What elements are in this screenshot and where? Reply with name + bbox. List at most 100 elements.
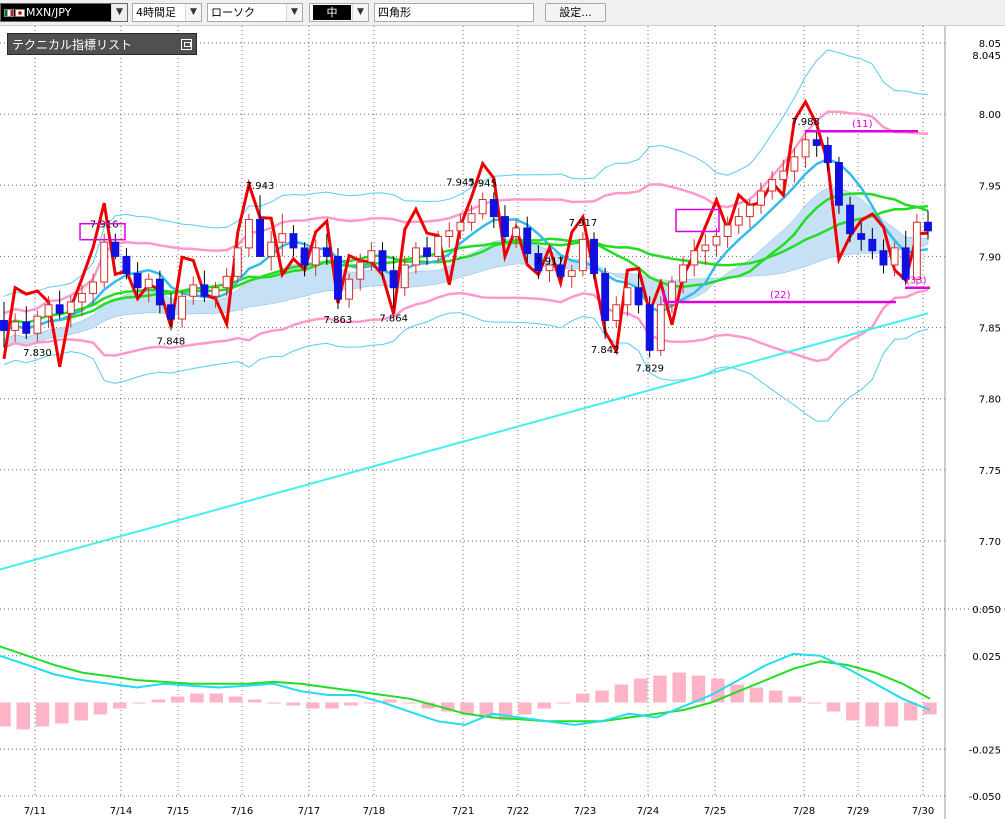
macd-histogram-bar bbox=[884, 702, 899, 727]
price-tick-label: 7.95 bbox=[979, 181, 1001, 192]
currency-pair-label: MXN/JPY bbox=[26, 6, 72, 19]
candle-body bbox=[200, 284, 209, 297]
macd-histogram-bar bbox=[402, 702, 416, 704]
candle-body bbox=[489, 199, 498, 218]
price-label: 7.917 bbox=[535, 256, 564, 267]
macd-histogram-bar bbox=[575, 693, 590, 703]
candle-body bbox=[445, 230, 454, 238]
macd-histogram-bar bbox=[132, 702, 146, 704]
macd-histogram-bar bbox=[363, 702, 378, 704]
candle-body bbox=[478, 199, 487, 215]
macd-histogram-bar bbox=[305, 702, 320, 709]
chart-type-select[interactable]: ローソク ▼ bbox=[207, 3, 303, 22]
candle-body bbox=[133, 273, 142, 289]
technical-indicator-list[interactable]: テクニカル指標リスト bbox=[7, 33, 197, 55]
settings-button[interactable]: 設定... bbox=[545, 3, 606, 22]
candle-body bbox=[768, 179, 777, 192]
macd-histogram-bar bbox=[93, 702, 108, 715]
macd-histogram-bar bbox=[209, 693, 223, 703]
candle-body bbox=[289, 233, 298, 249]
price-label: 7.917 bbox=[569, 218, 598, 229]
macd-histogram-bar bbox=[826, 702, 841, 712]
candle-body bbox=[11, 321, 20, 331]
candle-body bbox=[734, 216, 743, 226]
timeframe-label: 4時間足 bbox=[136, 6, 176, 19]
macd-histogram-bar bbox=[151, 699, 166, 703]
candle-body bbox=[846, 204, 855, 235]
candle-body bbox=[244, 218, 253, 249]
date-tick-label: 7/28 bbox=[793, 806, 815, 817]
candle-body bbox=[222, 275, 231, 289]
candle-body bbox=[645, 304, 654, 351]
candle-body bbox=[679, 264, 688, 283]
candle-body bbox=[233, 247, 242, 277]
size-select[interactable]: 中 ▼ bbox=[309, 3, 369, 22]
candle-body bbox=[311, 247, 320, 266]
candle-body bbox=[411, 247, 420, 266]
chevron-down-icon[interactable]: ▼ bbox=[352, 4, 368, 21]
macd-tick-label: -0.050 bbox=[969, 792, 1001, 803]
candle-body bbox=[434, 236, 443, 257]
collapse-icon[interactable] bbox=[181, 39, 192, 50]
macd-histogram-bar bbox=[325, 702, 339, 709]
drawing-shape-field[interactable]: 四角形 bbox=[374, 3, 534, 22]
candle-body bbox=[467, 213, 476, 223]
price-label: 7.943 bbox=[246, 181, 275, 192]
price-chart[interactable]: 7.8307.9167.8487.9437.863 7.8647.9457.945… bbox=[0, 26, 1005, 819]
macd-tick-label: 0.025 bbox=[972, 652, 1001, 663]
level-label: (33) bbox=[906, 276, 927, 287]
candle-body bbox=[523, 227, 532, 255]
macd-histogram-bar bbox=[228, 696, 243, 703]
candle-body bbox=[144, 278, 153, 289]
candle-body bbox=[567, 270, 576, 277]
macd-histogram-bar bbox=[74, 702, 88, 721]
candle-body bbox=[66, 301, 75, 314]
price-tick-label: 8.045 bbox=[972, 51, 1001, 62]
macd-panel bbox=[0, 645, 937, 730]
macd-histogram-bar bbox=[383, 699, 397, 703]
candle-body bbox=[634, 287, 643, 306]
date-tick-label: 7/16 bbox=[231, 806, 253, 817]
candle-body bbox=[155, 278, 164, 306]
price-tick-label: 8.05 bbox=[979, 39, 1001, 50]
candle-body bbox=[400, 264, 409, 289]
chevron-down-icon[interactable]: ▼ bbox=[185, 4, 201, 21]
currency-pair-select[interactable]: MXN/JPY ▼ bbox=[0, 3, 128, 22]
candle-body bbox=[55, 304, 64, 314]
date-tick-label: 7/29 bbox=[847, 806, 869, 817]
macd-histogram-bar bbox=[903, 702, 918, 721]
candle-body bbox=[122, 255, 131, 275]
candle-body bbox=[745, 204, 754, 218]
candle-body bbox=[512, 227, 521, 238]
macd-histogram-bar bbox=[190, 693, 204, 703]
chart-grid bbox=[0, 26, 1005, 819]
candle-body bbox=[89, 281, 98, 294]
price-tick-label: 7.90 bbox=[979, 252, 1001, 263]
chevron-down-icon[interactable]: ▼ bbox=[111, 4, 127, 21]
macd-histogram-bar bbox=[16, 702, 31, 730]
candle-body bbox=[267, 241, 276, 257]
candle-body bbox=[389, 270, 398, 289]
price-label: 7.863 bbox=[324, 315, 353, 326]
candle-body bbox=[690, 250, 699, 266]
candle-body bbox=[334, 255, 342, 300]
toolbar: MXN/JPY ▼ 4時間足 ▼ ローソク ▼ 中 ▼ 四角形 設定... bbox=[0, 0, 1005, 26]
price-label: 7.842 bbox=[591, 345, 620, 356]
date-tick-label: 7/18 bbox=[363, 806, 385, 817]
timeframe-select[interactable]: 4時間足 ▼ bbox=[132, 3, 202, 22]
level-label: (11) bbox=[852, 119, 873, 130]
candle-body bbox=[322, 247, 331, 257]
candle-body bbox=[211, 287, 220, 297]
date-tick-label: 7/15 bbox=[167, 806, 189, 817]
price-label: 7.945 bbox=[446, 178, 475, 189]
macd-histogram-bar bbox=[768, 690, 783, 703]
date-tick-label: 7/25 bbox=[704, 806, 726, 817]
candle-body bbox=[77, 292, 86, 303]
macd-tick-label: -0.025 bbox=[969, 745, 1001, 756]
candle-body bbox=[823, 144, 832, 164]
price-label: 7.829 bbox=[635, 363, 664, 374]
size-label: 中 bbox=[313, 5, 351, 20]
chevron-down-icon[interactable]: ▼ bbox=[286, 4, 302, 21]
candle-body bbox=[256, 218, 264, 257]
japan-flag-icon bbox=[15, 9, 25, 17]
